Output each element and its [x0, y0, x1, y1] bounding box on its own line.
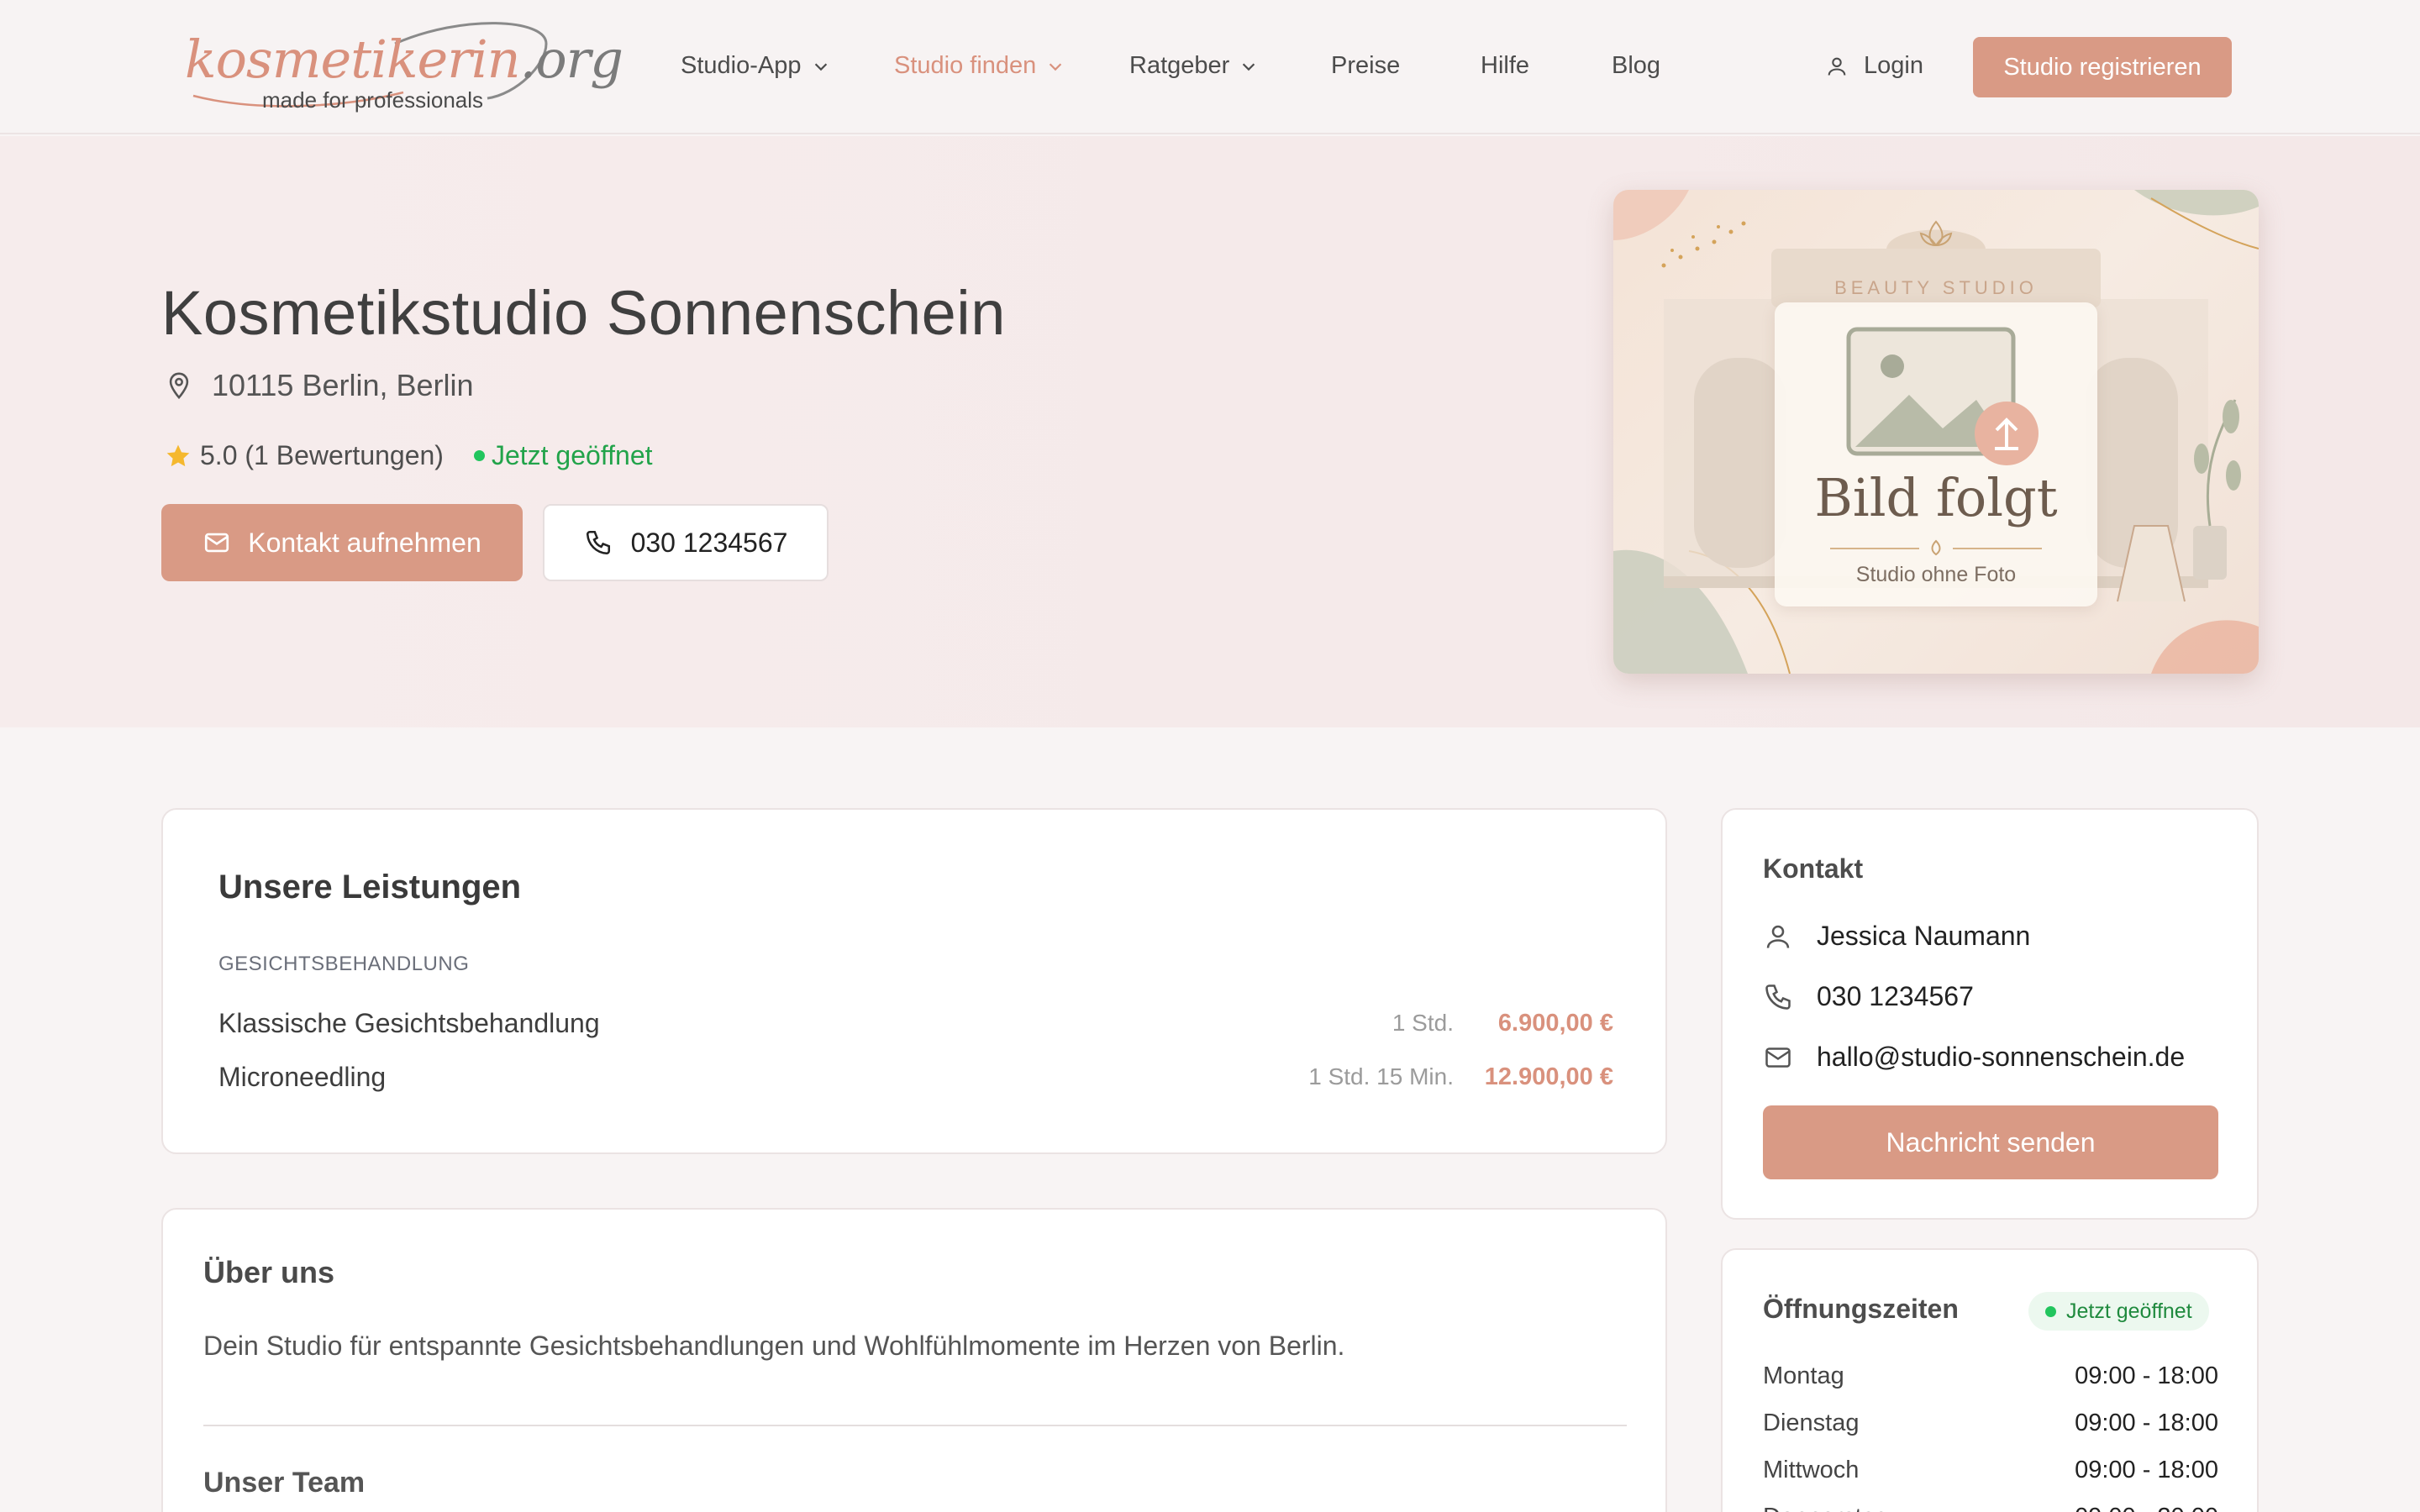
register-studio-button[interactable]: Studio registrieren: [1973, 37, 2232, 97]
about-title: Über uns: [203, 1255, 335, 1289]
service-duration: 1 Std.: [1392, 1010, 1454, 1036]
hours-time: 09:00 - 18:00: [2075, 1410, 2218, 1436]
contact-email[interactable]: hallo@studio-sonnenschein.de: [1763, 1042, 2185, 1073]
studio-title: Kosmetikstudio Sonnenschein: [161, 278, 1006, 348]
service-name: Klassische Gesichtsbehandlung: [218, 1008, 600, 1038]
hours-time: 09:00 - 18:00: [2075, 1362, 2218, 1389]
studio-image-placeholder: BEAUTY STUDIO Bild folgt Studio ohne Fot…: [1613, 190, 2259, 674]
contact-card: Kontakt Jessica Naumann 030 1234567 hall…: [1721, 808, 2259, 1220]
contact-phone-number: 030 1234567: [1817, 981, 1974, 1011]
nav-label: Preise: [1331, 52, 1401, 79]
user-icon: [1828, 57, 1846, 76]
logo-tagline: made for professionals: [262, 87, 484, 113]
studio-location: 10115 Berlin, Berlin: [165, 368, 474, 403]
phone-button[interactable]: 030 1234567: [543, 504, 829, 581]
nav-label: Blog: [1612, 52, 1661, 79]
hours-time: 09:00 - 18:00: [2075, 1457, 2218, 1483]
open-status: Jetzt geöffnet: [473, 440, 653, 471]
phone-icon: [586, 530, 610, 555]
image-caption: Studio ohne Foto: [1855, 563, 2017, 586]
about-card: Über uns Dein Studio für entspannte Gesi…: [161, 1208, 1667, 1512]
opening-hours-card: Öffnungszeiten Jetzt geöffnet Montag 09:…: [1721, 1248, 2259, 1512]
contact-person: Jessica Naumann: [1763, 921, 2030, 952]
location-text: 10115 Berlin, Berlin: [212, 368, 474, 402]
phone-button-label: 030 1234567: [630, 527, 788, 558]
service-price: 6.900,00 €: [1497, 1010, 1613, 1037]
hours-day: Donnerstag: [1763, 1504, 1889, 1512]
site-header: kosmetikerin.org made for professionals …: [0, 0, 2420, 134]
rating-row: 5.0 (1 Bewertungen) Jetzt geöffnet: [165, 440, 653, 471]
team-title: Unser Team: [203, 1467, 366, 1499]
contact-button[interactable]: Kontakt aufnehmen: [161, 504, 523, 581]
contact-title: Kontakt: [1763, 853, 1864, 884]
logo[interactable]: kosmetikerin.org made for professionals: [185, 18, 623, 118]
open-status-text: Jetzt geöffnet: [491, 440, 653, 470]
service-duration: 1 Std. 15 Min.: [1308, 1063, 1454, 1089]
chevron-down-icon: [1243, 62, 1255, 71]
star-icon: [166, 444, 190, 466]
image-headline: Bild folgt: [1814, 467, 2058, 528]
rating-text: 5.0 (1 Bewertungen): [200, 440, 444, 470]
nav-label: Hilfe: [1481, 52, 1530, 79]
status-dot: [2045, 1305, 2056, 1317]
login-link[interactable]: Login: [1825, 52, 1923, 80]
hours-day: Montag: [1763, 1362, 1844, 1389]
divider-ornament: [1830, 539, 2042, 556]
about-text: Dein Studio für entspannte Gesichtsbehan…: [203, 1331, 1345, 1361]
open-status-badge-text: Jetzt geöffnet: [2066, 1299, 2192, 1323]
contact-phone[interactable]: 030 1234567: [1763, 981, 1974, 1012]
opening-hours-title: Öffnungszeiten: [1763, 1294, 1959, 1324]
status-dot: [473, 450, 485, 461]
send-message-button[interactable]: Nachricht senden: [1763, 1105, 2218, 1179]
image-placeholder-icon: [1846, 327, 2039, 465]
services-title: Unsere Leistungen: [218, 869, 522, 906]
open-status-badge: Jetzt geöffnet: [2028, 1292, 2209, 1331]
nav-studio-finden[interactable]: Studio finden: [894, 52, 1065, 80]
login-label: Login: [1864, 52, 1923, 79]
hours-day: Dienstag: [1763, 1410, 1860, 1436]
service-row: Klassische Gesichtsbehandlung 1 Std. 6.9…: [218, 1008, 1613, 1050]
chevron-down-icon: [1050, 62, 1062, 71]
nav-preise[interactable]: Preise: [1331, 52, 1400, 80]
mail-icon: [1765, 1047, 1791, 1068]
nav-label: Ratgeber: [1129, 52, 1230, 79]
divider: [203, 1425, 1627, 1426]
service-price: 12.900,00 €: [1484, 1063, 1613, 1090]
nav-blog[interactable]: Blog: [1612, 52, 1660, 80]
nav-label: Studio finden: [894, 52, 1037, 79]
mail-icon: [205, 533, 229, 553]
contact-button-label: Kontakt aufnehmen: [248, 527, 481, 558]
nav-hilfe[interactable]: Hilfe: [1481, 52, 1529, 80]
image-banner: BEAUTY STUDIO: [1834, 277, 2038, 298]
phone-icon: [1765, 984, 1791, 1010]
image-placeholder-card: Bild folgt Studio ohne Foto: [1775, 302, 2097, 606]
map-pin-icon: [169, 372, 189, 400]
nav-studio-app[interactable]: Studio-App: [681, 52, 830, 80]
logo-wordmark: kosmetikerin.org: [185, 29, 623, 90]
chevron-down-icon: [814, 62, 827, 71]
nav-ratgeber[interactable]: Ratgeber: [1129, 52, 1258, 80]
service-name: Microneedling: [218, 1062, 387, 1092]
hours-day: Mittwoch: [1763, 1457, 1860, 1483]
hours-time: 09:00 - 20:00: [2075, 1504, 2218, 1512]
service-row: Microneedling 1 Std. 15 Min. 12.900,00 €: [218, 1062, 1613, 1104]
user-icon: [1766, 925, 1790, 948]
contact-email-address: hallo@studio-sonnenschein.de: [1817, 1042, 2186, 1072]
nav-label: Studio-App: [681, 52, 802, 79]
contact-person-name: Jessica Naumann: [1817, 921, 2031, 951]
service-category: GESICHTSBEHANDLUNG: [218, 953, 470, 975]
services-card: Unsere Leistungen GESICHTSBEHANDLUNG Kla…: [161, 808, 1667, 1154]
